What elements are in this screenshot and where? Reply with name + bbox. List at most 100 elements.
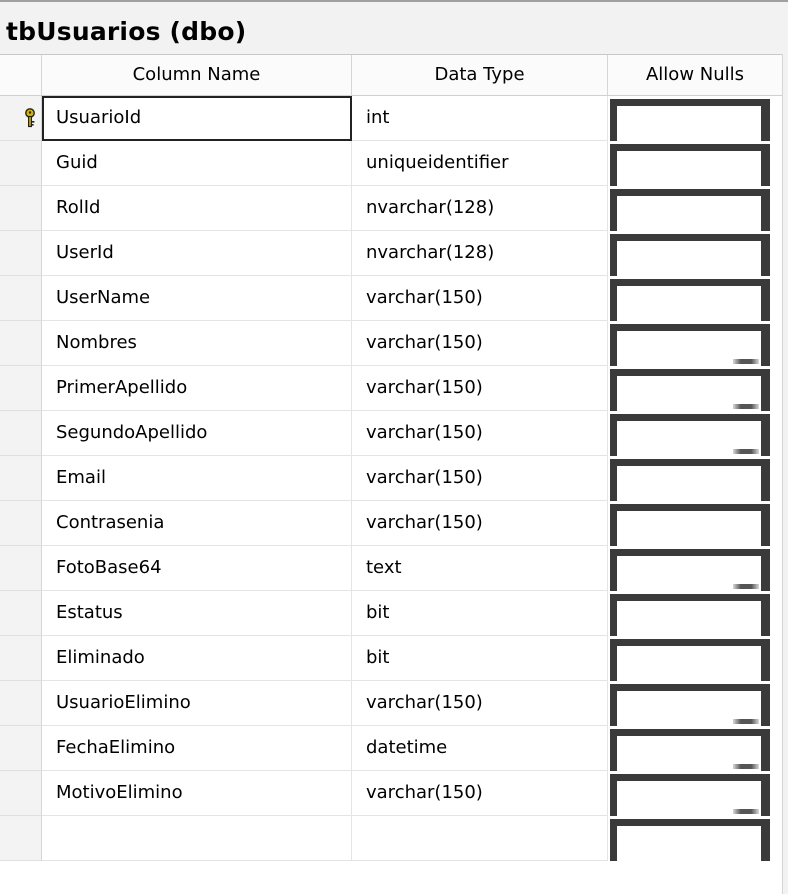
data-type-cell[interactable]: datetime: [352, 726, 608, 771]
allow-nulls-checkbox[interactable]: [610, 459, 770, 501]
data-type-cell[interactable]: uniqueidentifier: [352, 141, 608, 186]
data-type-cell[interactable]: varchar(150): [352, 456, 608, 501]
checkbox-mark: [733, 764, 759, 769]
table-row[interactable]: UsuarioElimino varchar(150): [0, 681, 782, 726]
column-name-cell[interactable]: RolId: [42, 186, 352, 231]
row-selector[interactable]: [0, 771, 42, 816]
data-type-cell[interactable]: bit: [352, 591, 608, 636]
column-name-cell[interactable]: Estatus: [42, 591, 352, 636]
header-column-name[interactable]: Column Name: [42, 55, 352, 95]
allow-nulls-checkbox[interactable]: [610, 99, 770, 141]
table-row[interactable]: Contrasenia varchar(150): [0, 501, 782, 546]
data-type-cell[interactable]: nvarchar(128): [352, 186, 608, 231]
column-name-cell[interactable]: FechaElimino: [42, 726, 352, 771]
allow-nulls-checkbox[interactable]: [610, 234, 770, 276]
allow-nulls-checkbox[interactable]: [610, 729, 770, 771]
row-selector[interactable]: [0, 816, 42, 861]
allow-nulls-cell: [608, 726, 782, 771]
column-name-cell[interactable]: Contrasenia: [42, 501, 352, 546]
column-name-cell[interactable]: UsuarioElimino: [42, 681, 352, 726]
row-selector[interactable]: [0, 96, 42, 141]
table-row[interactable]: SegundoApellido varchar(150): [0, 411, 782, 456]
allow-nulls-cell: [608, 456, 782, 501]
row-selector[interactable]: [0, 501, 42, 546]
table-row[interactable]: UserId nvarchar(128): [0, 231, 782, 276]
table-row[interactable]: UserName varchar(150): [0, 276, 782, 321]
allow-nulls-cell: [608, 231, 782, 276]
row-selector[interactable]: [0, 276, 42, 321]
table-row[interactable]: [0, 816, 782, 861]
allow-nulls-checkbox[interactable]: [610, 639, 770, 681]
table-row[interactable]: Email varchar(150): [0, 456, 782, 501]
table-row[interactable]: UsuarioId int: [0, 96, 782, 141]
grid-header: Column Name Data Type Allow Nulls: [0, 55, 782, 96]
data-type-cell[interactable]: varchar(150): [352, 681, 608, 726]
row-selector[interactable]: [0, 366, 42, 411]
header-data-type[interactable]: Data Type: [352, 55, 608, 95]
allow-nulls-cell: [608, 96, 782, 141]
row-selector[interactable]: [0, 456, 42, 501]
data-type-cell[interactable]: varchar(150): [352, 366, 608, 411]
table-row[interactable]: RolId nvarchar(128): [0, 186, 782, 231]
allow-nulls-checkbox[interactable]: [610, 819, 770, 861]
table-row[interactable]: FotoBase64 text: [0, 546, 782, 591]
allow-nulls-checkbox[interactable]: [610, 549, 770, 591]
allow-nulls-cell: [608, 141, 782, 186]
table-row[interactable]: Guid uniqueidentifier: [0, 141, 782, 186]
column-name-cell[interactable]: MotivoElimino: [42, 771, 352, 816]
data-type-cell[interactable]: [352, 816, 608, 861]
table-row[interactable]: MotivoElimino varchar(150): [0, 771, 782, 816]
row-selector[interactable]: [0, 411, 42, 456]
allow-nulls-checkbox[interactable]: [610, 324, 770, 366]
allow-nulls-checkbox[interactable]: [610, 144, 770, 186]
column-name-cell[interactable]: Eliminado: [42, 636, 352, 681]
scrollbar-track[interactable]: [782, 54, 788, 894]
allow-nulls-cell: [608, 321, 782, 366]
primary-key-icon: [25, 108, 35, 128]
column-name-cell[interactable]: UserName: [42, 276, 352, 321]
column-name-cell[interactable]: SegundoApellido: [42, 411, 352, 456]
row-selector[interactable]: [0, 546, 42, 591]
table-row[interactable]: PrimerApellido varchar(150): [0, 366, 782, 411]
row-selector[interactable]: [0, 321, 42, 366]
column-name-cell[interactable]: UsuarioId: [42, 96, 352, 141]
data-type-cell[interactable]: int: [352, 96, 608, 141]
table-row[interactable]: Eliminado bit: [0, 636, 782, 681]
allow-nulls-cell: [608, 816, 782, 861]
allow-nulls-checkbox[interactable]: [610, 369, 770, 411]
allow-nulls-checkbox[interactable]: [610, 594, 770, 636]
row-selector[interactable]: [0, 726, 42, 771]
table-row[interactable]: Nombres varchar(150): [0, 321, 782, 366]
column-name-cell[interactable]: Nombres: [42, 321, 352, 366]
data-type-cell[interactable]: varchar(150): [352, 276, 608, 321]
row-selector[interactable]: [0, 636, 42, 681]
header-allow-nulls[interactable]: Allow Nulls: [608, 55, 782, 95]
allow-nulls-checkbox[interactable]: [610, 684, 770, 726]
allow-nulls-checkbox[interactable]: [610, 774, 770, 816]
column-name-cell[interactable]: Email: [42, 456, 352, 501]
allow-nulls-checkbox[interactable]: [610, 279, 770, 321]
data-type-cell[interactable]: nvarchar(128): [352, 231, 608, 276]
data-type-cell[interactable]: varchar(150): [352, 501, 608, 546]
column-name-cell[interactable]: Guid: [42, 141, 352, 186]
table-row[interactable]: Estatus bit: [0, 591, 782, 636]
table-row[interactable]: FechaElimino datetime: [0, 726, 782, 771]
column-name-cell[interactable]: UserId: [42, 231, 352, 276]
data-type-cell[interactable]: text: [352, 546, 608, 591]
row-selector[interactable]: [0, 681, 42, 726]
row-selector[interactable]: [0, 231, 42, 276]
data-type-cell[interactable]: bit: [352, 636, 608, 681]
row-selector[interactable]: [0, 591, 42, 636]
allow-nulls-checkbox[interactable]: [610, 504, 770, 546]
allow-nulls-cell: [608, 636, 782, 681]
data-type-cell[interactable]: varchar(150): [352, 321, 608, 366]
row-selector[interactable]: [0, 141, 42, 186]
column-name-cell[interactable]: FotoBase64: [42, 546, 352, 591]
data-type-cell[interactable]: varchar(150): [352, 411, 608, 456]
column-name-cell[interactable]: PrimerApellido: [42, 366, 352, 411]
data-type-cell[interactable]: varchar(150): [352, 771, 608, 816]
allow-nulls-checkbox[interactable]: [610, 189, 770, 231]
column-name-cell[interactable]: [42, 816, 352, 861]
allow-nulls-checkbox[interactable]: [610, 414, 770, 456]
row-selector[interactable]: [0, 186, 42, 231]
